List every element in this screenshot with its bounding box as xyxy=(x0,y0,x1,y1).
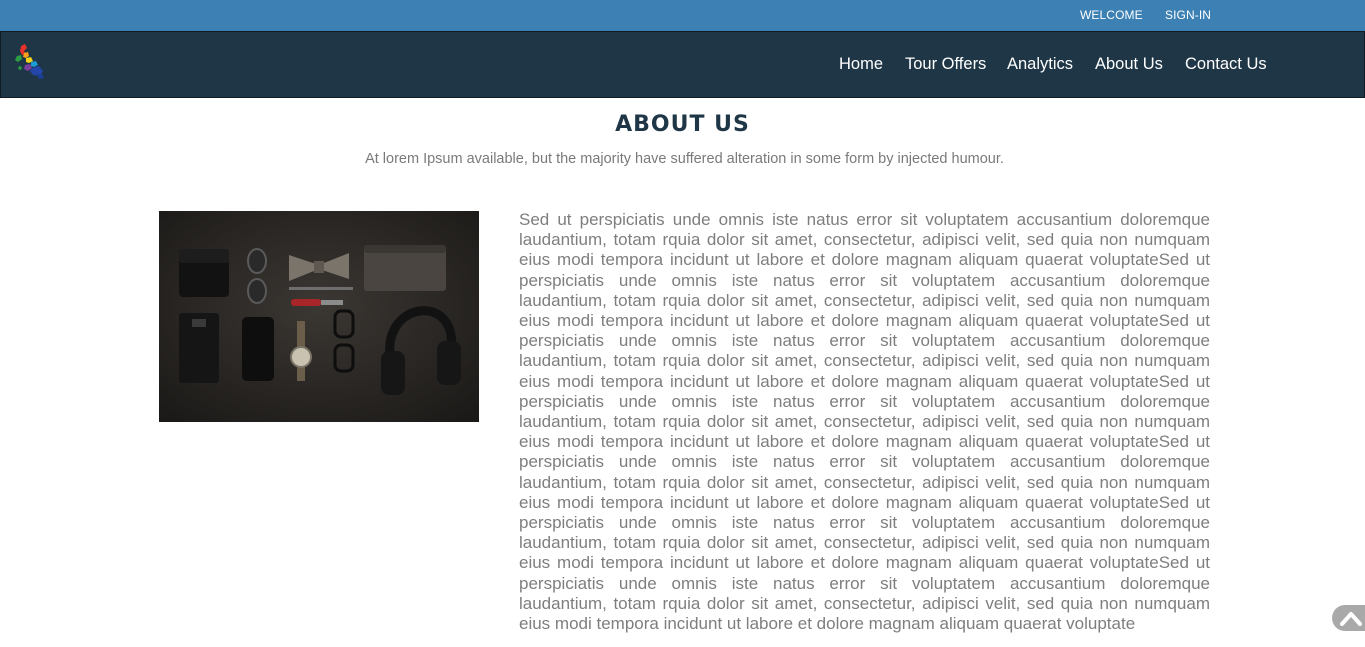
page-title: ABOUT US xyxy=(615,112,750,137)
nav-tour-offers[interactable]: Tour Offers xyxy=(905,55,986,74)
philippines-map-logo-icon[interactable] xyxy=(11,42,49,82)
nav-home[interactable]: Home xyxy=(839,55,883,74)
chevron-up-icon xyxy=(1340,612,1362,626)
about-body-text: Sed ut perspiciatis unde omnis iste natu… xyxy=(519,210,1210,634)
nav-analytics[interactable]: Analytics xyxy=(1007,55,1073,74)
scroll-to-top-button[interactable] xyxy=(1332,605,1365,631)
nav-about-us[interactable]: About Us xyxy=(1095,55,1163,74)
signin-link[interactable]: SIGN-IN xyxy=(1165,8,1211,22)
nav-contact-us[interactable]: Contact Us xyxy=(1185,55,1267,74)
welcome-link[interactable]: WELCOME xyxy=(1080,8,1143,22)
main-navbar: Home Tour Offers Analytics About Us Cont… xyxy=(0,31,1365,98)
page-subtitle: At lorem Ipsum available, but the majori… xyxy=(365,151,1004,167)
top-bar: WELCOME SIGN-IN xyxy=(0,0,1365,31)
flatlay-accessories-image xyxy=(159,211,479,422)
